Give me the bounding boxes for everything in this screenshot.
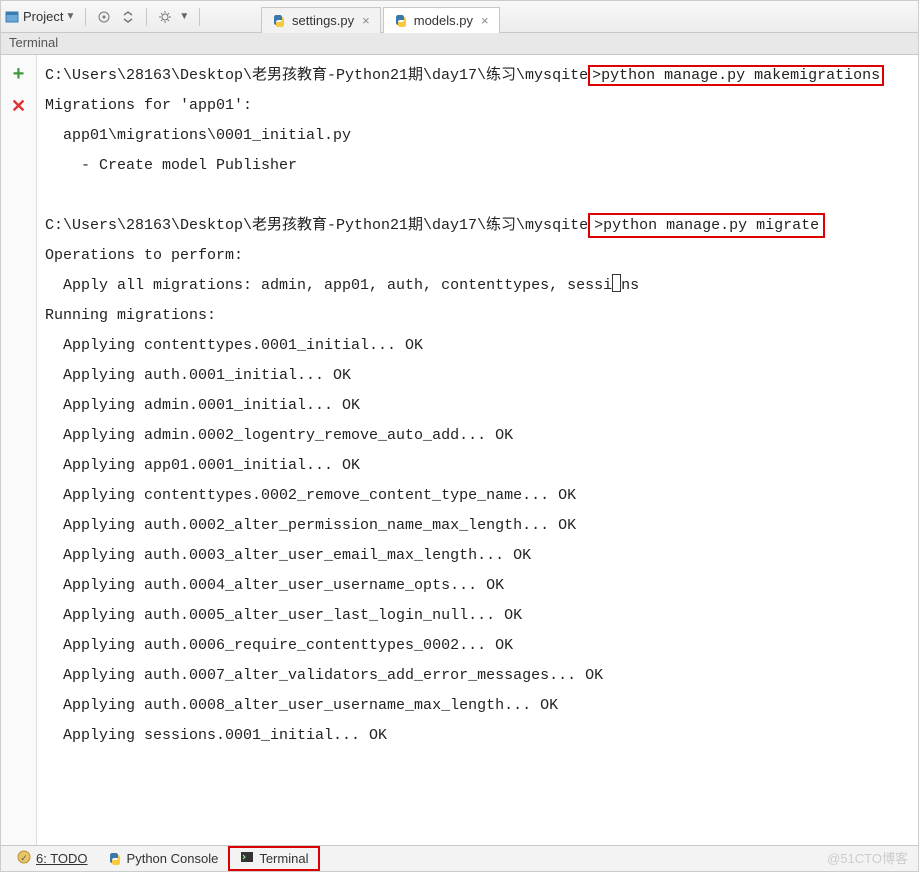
project-icon <box>5 10 19 24</box>
toolbar-separator <box>146 8 147 26</box>
todo-icon: ✓ <box>17 850 31 867</box>
terminal-line: Applying auth.0007_alter_validators_add_… <box>45 667 603 684</box>
new-session-button[interactable]: + <box>13 63 25 86</box>
gear-icon[interactable] <box>156 8 174 26</box>
terminal-line: Applying contenttypes.0001_initial... OK <box>45 337 423 354</box>
close-icon[interactable]: × <box>362 13 370 28</box>
terminal-line: Migrations for 'app01': <box>45 97 252 114</box>
todo-tab[interactable]: ✓ 6: TODO <box>7 846 98 871</box>
terminal-line: Applying app01.0001_initial... OK <box>45 457 360 474</box>
text-cursor <box>612 274 621 292</box>
terminal-line <box>45 187 54 204</box>
terminal-line: C:\Users\28163\Desktop\老男孩教育-Python21期\d… <box>45 67 588 84</box>
terminal-line: Applying auth.0001_initial... OK <box>45 367 351 384</box>
bottom-tool-tabs: ✓ 6: TODO Python Console Terminal @51CTO… <box>1 845 918 871</box>
python-file-icon <box>272 14 286 28</box>
terminal-line: Applying auth.0003_alter_user_email_max_… <box>45 547 531 564</box>
tab-settings[interactable]: settings.py × <box>261 7 381 33</box>
terminal-line: Running migrations: <box>45 307 216 324</box>
highlight-migrate: >python manage.py migrate <box>588 213 825 238</box>
terminal-line: Applying auth.0002_alter_permission_name… <box>45 517 576 534</box>
gear-dropdown-arrow[interactable]: ▼ <box>179 11 189 22</box>
terminal-line: Applying auth.0008_alter_user_username_m… <box>45 697 558 714</box>
tab-models[interactable]: models.py × <box>383 7 500 33</box>
toolbar-separator <box>199 8 200 26</box>
close-session-button[interactable]: ✕ <box>11 96 26 117</box>
terminal-line: Applying admin.0001_initial... OK <box>45 397 360 414</box>
terminal-panel-title: Terminal <box>1 33 918 55</box>
terminal-gutter: + ✕ <box>1 55 37 845</box>
terminal-line: Apply all migrations: admin, app01, auth… <box>45 277 639 294</box>
terminal-tab[interactable]: Terminal <box>228 846 320 871</box>
python-icon <box>108 852 122 866</box>
python-console-label: Python Console <box>127 851 219 866</box>
terminal-line: Applying contenttypes.0002_remove_conten… <box>45 487 576 504</box>
python-file-icon <box>394 14 408 28</box>
terminal-line: - Create model Publisher <box>45 157 297 174</box>
target-icon[interactable] <box>95 8 113 26</box>
terminal-line: app01\migrations\0001_initial.py <box>45 127 351 144</box>
svg-text:✓: ✓ <box>20 853 28 863</box>
todo-label: 6: TODO <box>36 851 88 866</box>
tab-label: settings.py <box>292 13 354 28</box>
watermark: @51CTO博客 <box>827 848 908 867</box>
toolbar-separator <box>85 8 86 26</box>
project-dropdown[interactable]: Project <box>23 9 63 24</box>
terminal-line: Applying auth.0005_alter_user_last_login… <box>45 607 522 624</box>
collapse-icon[interactable] <box>119 8 137 26</box>
terminal-output[interactable]: C:\Users\28163\Desktop\老男孩教育-Python21期\d… <box>37 55 918 845</box>
terminal-line: C:\Users\28163\Desktop\老男孩教育-Python21期\d… <box>45 217 588 234</box>
project-dropdown-arrow[interactable]: ▼ <box>65 11 75 22</box>
terminal-tab-label: Terminal <box>259 851 308 866</box>
terminal-line: Applying admin.0002_logentry_remove_auto… <box>45 427 513 444</box>
terminal-line: Applying auth.0004_alter_user_username_o… <box>45 577 504 594</box>
terminal-line: Operations to perform: <box>45 247 243 264</box>
python-console-tab[interactable]: Python Console <box>98 846 229 871</box>
terminal-line: Applying sessions.0001_initial... OK <box>45 727 387 744</box>
tab-label: models.py <box>414 13 473 28</box>
highlight-makemigrations: >python manage.py makemigrations <box>588 65 884 86</box>
close-icon[interactable]: × <box>481 13 489 28</box>
terminal-line: Applying auth.0006_require_contenttypes_… <box>45 637 513 654</box>
terminal-icon <box>240 850 254 867</box>
